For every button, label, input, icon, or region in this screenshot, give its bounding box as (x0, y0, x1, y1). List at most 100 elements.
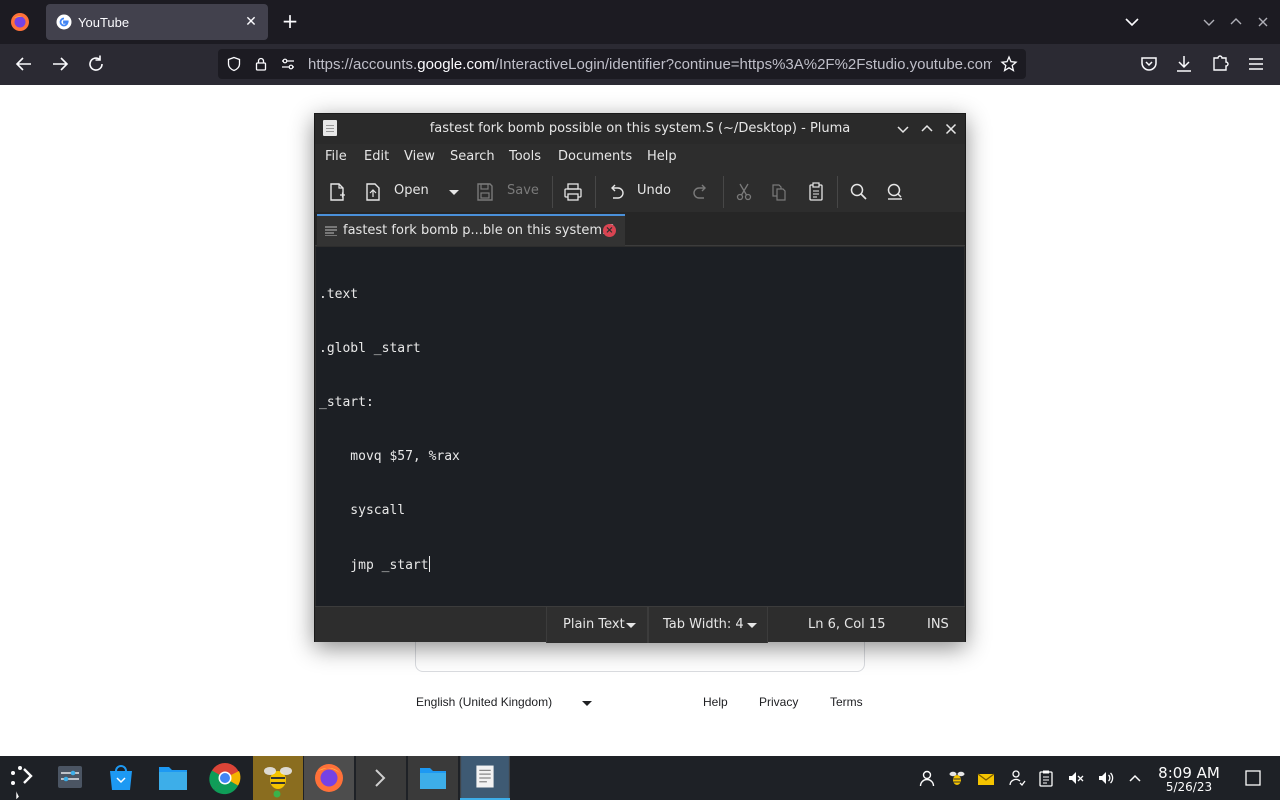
volume-icon[interactable] (1097, 769, 1115, 787)
language-selector[interactable]: English (United Kingdom) (416, 695, 552, 709)
language-label: Plain Text (563, 617, 625, 632)
footer-link-help[interactable]: Help (703, 695, 728, 709)
new-tab-button[interactable]: + (278, 10, 302, 34)
firefox-taskbar-icon[interactable] (304, 756, 354, 800)
reload-icon[interactable] (84, 52, 108, 76)
url-bar[interactable]: https://accounts.google.com/InteractiveL… (218, 49, 1026, 79)
list-all-tabs-icon[interactable] (1122, 12, 1142, 32)
status-bar: Plain Text Tab Width: 4 Ln 6, Col 15 INS (315, 606, 965, 643)
show-desktop-icon[interactable] (1244, 769, 1262, 787)
menu-tools[interactable]: Tools (509, 149, 541, 164)
menu-file[interactable]: File (325, 149, 347, 164)
minimize-window-icon[interactable] (1199, 12, 1219, 32)
document-tab-title: fastest fork bomb p...ble on this system… (343, 223, 615, 238)
menu-view[interactable]: View (404, 149, 435, 164)
document-tab-bar: fastest fork bomb p...ble on this system… (315, 212, 965, 246)
code-line-with-cursor: jmp _start (319, 556, 460, 574)
minimize-icon[interactable] (894, 120, 912, 138)
open-recent-dropdown-icon[interactable] (447, 180, 461, 204)
window-title: fastest fork bomb possible on this syste… (429, 121, 851, 136)
permissions-icon[interactable] (280, 56, 296, 72)
text-editor[interactable]: .text .globl _start _start: movq $57, %r… (316, 247, 964, 606)
search-replace-icon[interactable] (885, 180, 905, 204)
extensions-icon[interactable] (1208, 52, 1232, 76)
back-arrow-icon[interactable] (12, 52, 36, 76)
page-footer: English (United Kingdom) Help Privacy Te… (416, 695, 876, 715)
pluma-title-bar[interactable]: fastest fork bomb possible on this syste… (315, 114, 965, 144)
tab-width-dropdown[interactable]: Tab Width: 4 (648, 607, 768, 643)
code-content[interactable]: .text .globl _start _start: movq $57, %r… (319, 250, 460, 610)
hamburger-menu-icon[interactable] (1244, 52, 1268, 76)
pocket-icon[interactable] (1137, 52, 1161, 76)
search-icon[interactable] (849, 180, 869, 204)
save-button[interactable]: Save (507, 183, 539, 198)
browser-tab-youtube[interactable]: YouTube ✕ (46, 4, 268, 40)
terminal-icon[interactable] (356, 756, 406, 800)
toolbar: Open Save Undo (315, 172, 965, 212)
url-text[interactable]: https://accounts.google.com/InteractiveL… (308, 56, 992, 73)
system-settings-icon[interactable] (45, 756, 95, 800)
undo-button[interactable]: Undo (637, 183, 671, 198)
footer-link-terms[interactable]: Terms (830, 695, 863, 709)
pluma-taskbar-icon[interactable] (460, 756, 510, 800)
network-users-icon[interactable] (1008, 769, 1026, 787)
paste-icon[interactable] (807, 180, 825, 204)
browser-nav-bar: https://accounts.google.com/InteractiveL… (0, 44, 1280, 85)
clipboard-icon[interactable] (1037, 769, 1055, 787)
user-icon[interactable] (918, 769, 936, 787)
folder-icon[interactable] (408, 756, 458, 800)
menu-edit[interactable]: Edit (364, 149, 389, 164)
bee-tray-icon[interactable] (948, 769, 966, 787)
language-dropdown[interactable]: Plain Text (546, 607, 648, 643)
menu-search[interactable]: Search (450, 149, 495, 164)
maximize-icon[interactable] (918, 120, 936, 138)
document-tab[interactable]: fastest fork bomb p...ble on this system… (317, 214, 625, 246)
microphone-muted-icon[interactable] (1067, 769, 1085, 787)
lock-icon[interactable] (253, 56, 269, 72)
discover-store-icon[interactable] (96, 756, 146, 800)
menu-documents[interactable]: Documents (558, 149, 632, 164)
save-icon[interactable] (475, 180, 495, 204)
chrome-icon[interactable] (200, 756, 250, 800)
close-icon[interactable] (942, 120, 960, 138)
tab-width-label: Tab Width: 4 (663, 617, 744, 632)
undo-icon[interactable] (607, 180, 625, 204)
url-path: /InteractiveLogin/identifier?continue=ht… (494, 56, 992, 73)
menu-help[interactable]: Help (647, 149, 677, 164)
toolbar-separator (595, 176, 596, 208)
file-manager-icon[interactable] (148, 756, 198, 800)
tab-width-arrow-icon (747, 623, 757, 628)
redo-icon[interactable] (692, 180, 710, 204)
code-line: .globl _start (319, 341, 421, 356)
close-document-icon[interactable]: × (603, 224, 616, 237)
open-document-icon[interactable] (363, 180, 383, 204)
maximize-window-icon[interactable] (1226, 12, 1246, 32)
code-line: movq $57, %rax (319, 449, 460, 464)
downloads-icon[interactable] (1172, 52, 1196, 76)
google-favicon-icon (56, 14, 72, 30)
close-window-icon[interactable] (1253, 12, 1273, 32)
new-document-icon[interactable] (327, 180, 347, 204)
language-dropdown-arrow-icon[interactable] (582, 701, 592, 706)
pluma-window: fastest fork bomb possible on this syste… (314, 113, 966, 643)
insert-mode: INS (927, 617, 949, 632)
print-icon[interactable] (563, 180, 583, 204)
open-button[interactable]: Open (394, 183, 429, 198)
copy-icon[interactable] (770, 180, 788, 204)
code-line-text: jmp _start (319, 558, 429, 573)
tracking-shield-icon[interactable] (226, 56, 242, 72)
text-cursor (428, 556, 430, 572)
mail-tray-icon[interactable] (977, 769, 995, 787)
close-tab-icon[interactable]: ✕ (242, 13, 260, 31)
firefox-logo-icon[interactable] (10, 12, 30, 32)
menu-bar: File Edit View Search Tools Documents He… (315, 144, 965, 170)
footer-link-privacy[interactable]: Privacy (759, 695, 798, 709)
forward-arrow-icon[interactable] (48, 52, 72, 76)
app-launcher-icon[interactable] (0, 756, 50, 800)
tray-expand-chevron-icon[interactable] (1126, 769, 1144, 787)
clock-date[interactable]: 5/26/23 (1150, 780, 1228, 794)
browser-tab-title: YouTube (78, 14, 130, 30)
bookmark-star-icon[interactable] (1000, 55, 1018, 73)
bee-app-icon[interactable] (253, 756, 303, 800)
cut-icon[interactable] (735, 180, 753, 204)
